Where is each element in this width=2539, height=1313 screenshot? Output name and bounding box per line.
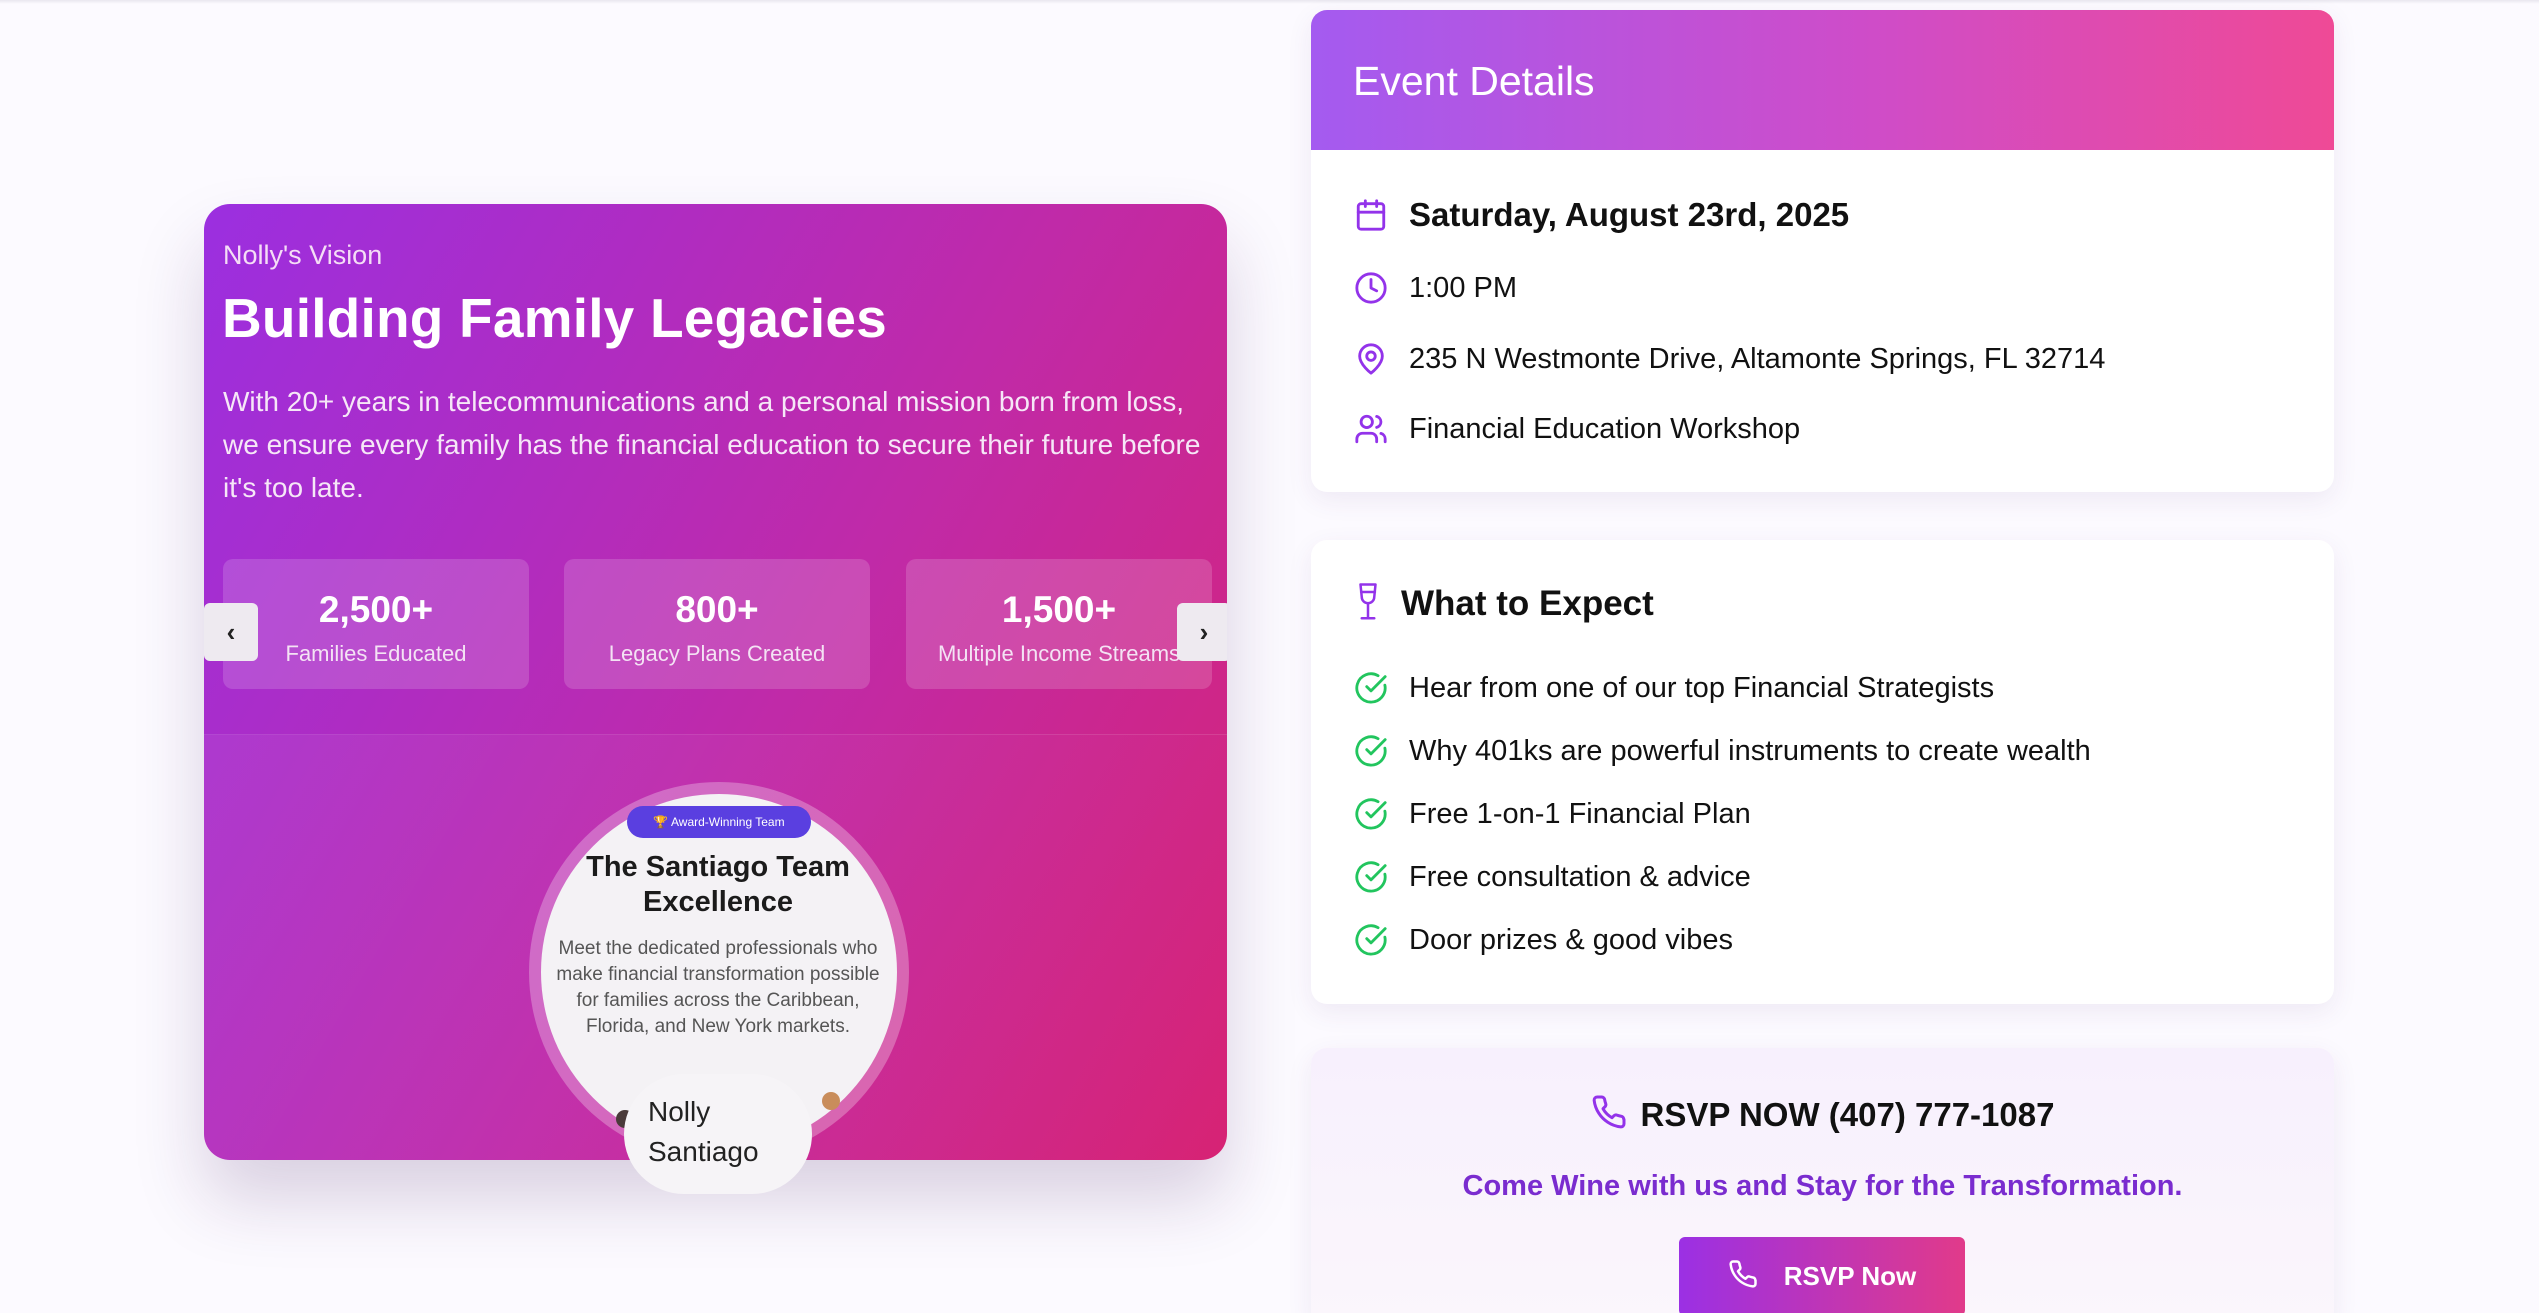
carousel-prev-button[interactable]: ‹: [204, 603, 258, 661]
expect-item: Door prizes & good vibes: [1353, 922, 1733, 958]
chevron-left-icon: ‹: [226, 616, 236, 647]
stat-income-streams: 1,500+ Multiple Income Streams: [906, 559, 1212, 689]
rsvp-now-label: RSVP Now: [1783, 1261, 1917, 1291]
rsvp-card: RSVP NOW (407) 777-1087 Come Wine with u…: [1311, 1048, 2334, 1313]
check-circle-icon: [1353, 670, 1389, 706]
event-location-row: 235 N Westmonte Drive, Altamonte Springs…: [1353, 341, 2105, 377]
event-time-row: 1:00 PM: [1353, 270, 1517, 306]
expect-item: Free consultation & advice: [1353, 859, 1751, 895]
expect-item-text: Free consultation & advice: [1409, 860, 1751, 893]
stat-legacy-plans: 800+ Legacy Plans Created: [564, 559, 870, 689]
chevron-right-icon: ›: [1199, 616, 1209, 647]
expect-item-text: Free 1-on-1 Financial Plan: [1409, 797, 1751, 830]
event-details-card: Event Details Saturday, August 23rd, 202…: [1311, 10, 2334, 492]
event-time: 1:00 PM: [1409, 271, 1517, 304]
stat-label: Families Educated: [285, 641, 467, 666]
vision-title: Building Family Legacies: [222, 287, 887, 349]
expect-item-text: Hear from one of our top Financial Strat…: [1409, 671, 1995, 704]
check-circle-icon: [1353, 859, 1389, 895]
stat-label: Multiple Income Streams: [937, 641, 1181, 666]
vision-eyebrow: Nolly's Vision: [223, 240, 383, 270]
team-title: The Santiago Team Excellence: [586, 851, 850, 918]
carousel-next-button[interactable]: ›: [1177, 603, 1227, 661]
event-details-title: Event Details: [1353, 58, 1595, 104]
calendar-icon: [1353, 197, 1389, 233]
rsvp-tagline: Come Wine with us and Stay for the Trans…: [1462, 1170, 2183, 1202]
check-circle-icon: [1353, 796, 1389, 832]
expect-item: Why 401ks are powerful instruments to cr…: [1353, 733, 2091, 769]
event-address: 235 N Westmonte Drive, Altamonte Springs…: [1409, 342, 2106, 375]
what-to-expect-title: What to Expect: [1401, 584, 1654, 623]
team-member-name: Nolly Santiago: [648, 1096, 759, 1167]
wine-glass-icon: [1353, 582, 1383, 627]
phone-icon: [1591, 1094, 1627, 1135]
event-details-header: Event Details: [1311, 10, 2334, 150]
check-circle-icon: [1353, 733, 1389, 769]
expect-item: Hear from one of our top Financial Strat…: [1353, 670, 1994, 706]
check-circle-icon: [1353, 922, 1389, 958]
rsvp-headline-row: RSVP NOW (407) 777-1087: [1311, 1094, 2334, 1135]
expect-item-text: Door prizes & good vibes: [1409, 923, 1733, 956]
map-pin-icon: [1353, 341, 1389, 377]
stat-value: 1,500+: [1001, 589, 1117, 630]
team-description: Meet the dedicated professionals who mak…: [556, 938, 880, 1037]
award-badge: 🏆 Award-Winning Team: [627, 806, 811, 838]
rsvp-headline[interactable]: RSVP NOW (407) 777-1087: [1641, 1096, 2055, 1134]
stat-value: 2,500+: [318, 589, 434, 630]
event-date-row: Saturday, August 23rd, 2025: [1353, 196, 1849, 234]
vision-description: With 20+ years in telecommunications and…: [223, 386, 1201, 503]
stat-value: 800+: [675, 589, 759, 630]
event-date: Saturday, August 23rd, 2025: [1409, 196, 1850, 233]
event-type: Financial Education Workshop: [1409, 412, 1801, 445]
expect-item-text: Why 401ks are powerful instruments to cr…: [1409, 734, 2091, 767]
stat-families-educated: 2,500+ Families Educated: [223, 559, 529, 689]
stat-label: Legacy Plans Created: [608, 641, 826, 666]
phone-icon: [1728, 1259, 1758, 1294]
avatar-fragment: [822, 1092, 840, 1110]
event-type-row: Financial Education Workshop: [1353, 411, 1800, 447]
clock-icon: [1353, 270, 1389, 306]
vision-section: Nolly's Vision Building Family Legacies …: [204, 204, 1227, 734]
top-shadow: [0, 0, 2539, 4]
expect-item: Free 1-on-1 Financial Plan: [1353, 796, 1751, 832]
rsvp-now-button[interactable]: RSVP Now: [1679, 1237, 1965, 1313]
users-icon: [1353, 411, 1389, 447]
what-to-expect-card: What to Expect Hear from one of our top …: [1311, 540, 2334, 1004]
